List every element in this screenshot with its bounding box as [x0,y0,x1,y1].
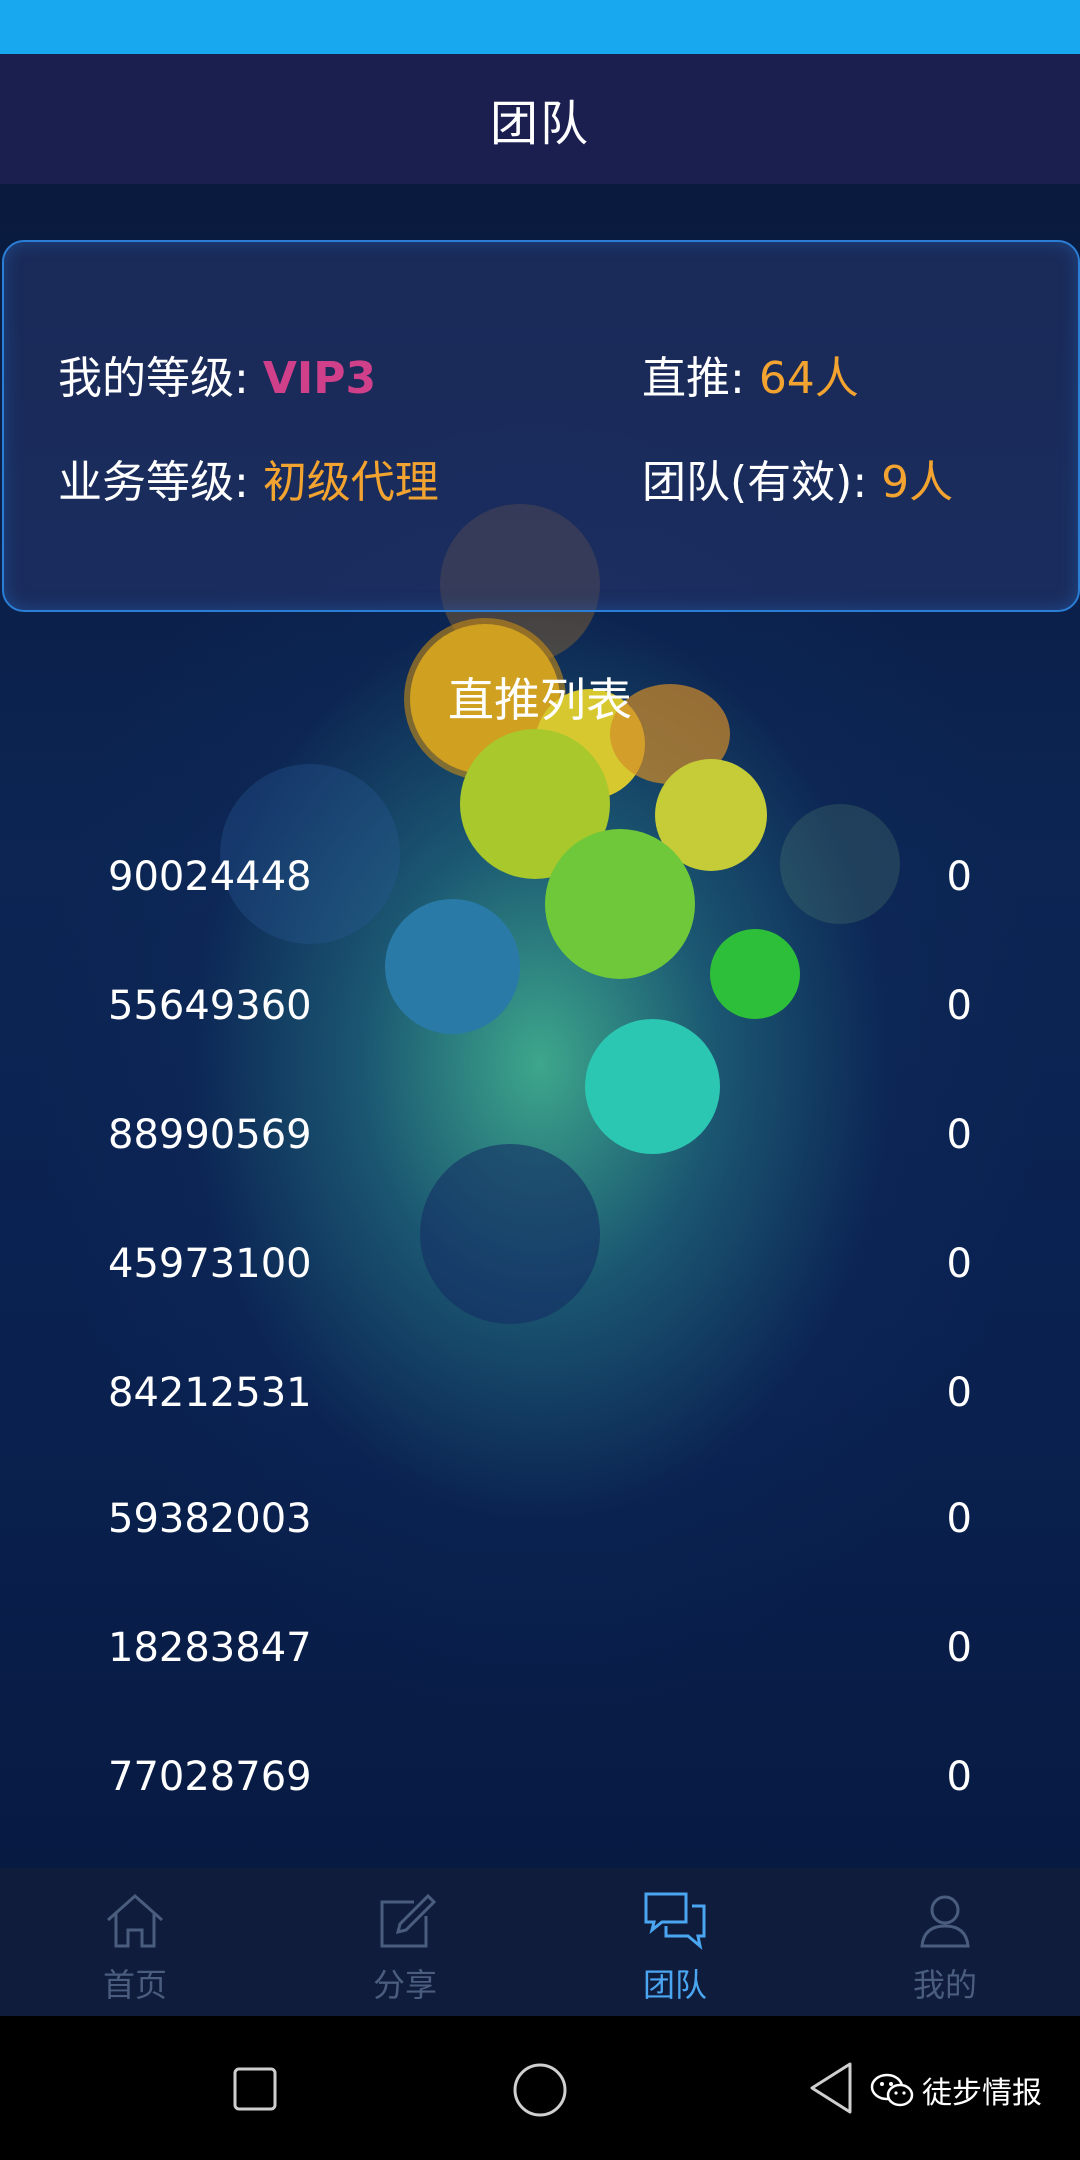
list-item[interactable]: 59382003 0 [0,1486,1080,1566]
member-value: 0 [946,854,972,900]
direct-count-value: 64人 [758,353,859,404]
watermark-text: 徒步情报 [922,2076,1042,2111]
tab-team[interactable]: 团队 [540,1868,810,2016]
team-count-value: 9人 [881,457,954,508]
bottom-tab-bar: 首页 分享 团队 我的 [0,1868,1080,2016]
back-triangle-icon[interactable] [806,2060,856,2116]
list-item[interactable]: 55649360 0 [0,973,1080,1053]
watermark: 徒步情报 [870,2068,1042,2112]
content-area: 我的等级: VIP3 直推: 64人 业务等级: 初级代理 团队(有效): 9人… [0,184,1080,1868]
list-item[interactable]: 77028769 0 [0,1744,1080,1824]
direct-list-title: 直推列表 [448,673,632,727]
app-header: 团队 [0,54,1080,184]
member-id: 88990569 [108,1112,312,1158]
system-nav-bar: 徒步情报 [0,2016,1080,2160]
list-item[interactable]: 90024448 0 [0,844,1080,924]
business-level-label: 业务等级: [58,457,263,508]
my-level-label: 我的等级: [58,353,263,404]
member-value: 0 [946,1496,972,1542]
edit-icon [380,1893,437,1948]
member-id: 84212531 [108,1370,312,1416]
status-bar [0,0,1080,54]
list-item[interactable]: 84212531 0 [0,1360,1080,1440]
direct-count-row: 直推: 64人 [642,342,859,406]
member-id: 90024448 [108,854,312,900]
member-value: 0 [946,983,972,1029]
member-value: 0 [946,1370,972,1416]
tab-team-label: 团队 [642,1966,707,2004]
my-level-value: VIP3 [262,353,377,404]
home-circle-icon[interactable] [512,2062,568,2118]
my-level-row: 我的等级: VIP3 [58,342,376,406]
list-item[interactable]: 45973100 0 [0,1231,1080,1311]
member-id: 59382003 [108,1496,312,1542]
tab-home-label: 首页 [102,1966,167,2004]
home-icon [107,1893,163,1948]
team-count-row: 团队(有效): 9人 [642,446,953,510]
level-summary-card: 我的等级: VIP3 直推: 64人 业务等级: 初级代理 团队(有效): 9人 [2,240,1080,612]
tab-profile-label: 我的 [912,1966,977,2004]
member-id: 18283847 [108,1625,312,1671]
user-icon [920,1895,970,1948]
business-level-row: 业务等级: 初级代理 [58,446,439,510]
wechat-icon [870,2073,914,2107]
list-item[interactable]: 18283847 0 [0,1615,1080,1695]
member-id: 77028769 [108,1754,312,1800]
member-value: 0 [946,1625,972,1671]
member-id: 45973100 [108,1241,312,1287]
tab-share-label: 分享 [372,1966,437,2004]
list-item[interactable]: 88990569 0 [0,1102,1080,1182]
tab-share[interactable]: 分享 [270,1868,540,2016]
tab-home[interactable]: 首页 [0,1868,270,2016]
chat-icon [644,1892,706,1950]
team-count-label: 团队(有效): [642,457,882,508]
member-value: 0 [946,1754,972,1800]
tab-profile[interactable]: 我的 [810,1868,1080,2016]
member-value: 0 [946,1241,972,1287]
business-level-value: 初级代理 [262,457,439,508]
member-value: 0 [946,1112,972,1158]
page-title: 团队 [489,96,590,152]
member-id: 55649360 [108,983,312,1029]
direct-count-label: 直推: [642,353,759,404]
recent-apps-icon[interactable] [232,2066,278,2112]
